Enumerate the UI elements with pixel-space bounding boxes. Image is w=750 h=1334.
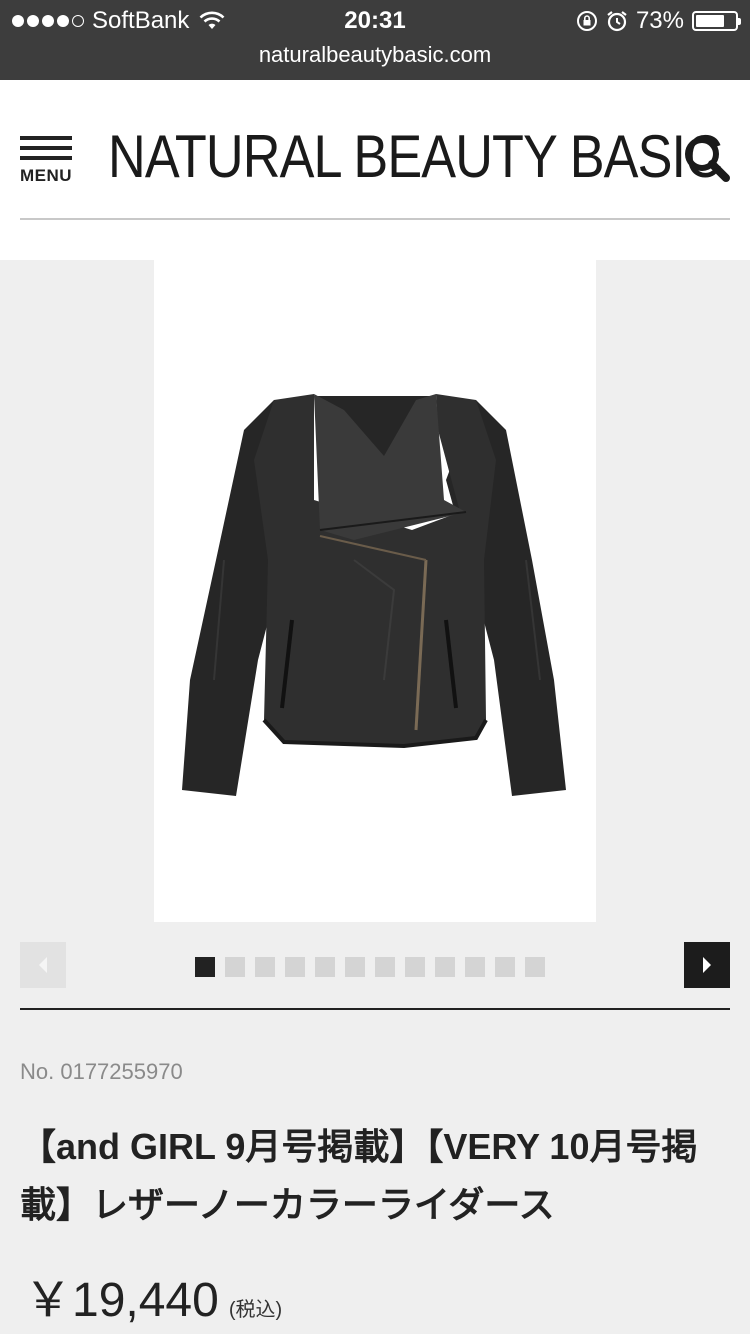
gallery-page-dot[interactable]: [465, 957, 485, 977]
gallery-page-dot[interactable]: [405, 957, 425, 977]
product-image[interactable]: [154, 260, 596, 922]
search-icon: [685, 137, 730, 182]
site-header: MENU NATURAL BEAUTY BASIC: [0, 80, 750, 260]
gallery-page-dot[interactable]: [525, 957, 545, 977]
gallery-page-dot[interactable]: [195, 957, 215, 977]
menu-button[interactable]: MENU: [20, 136, 74, 188]
gallery-page-dot[interactable]: [345, 957, 365, 977]
jacket-illustration: [182, 394, 566, 796]
gallery-page-dot[interactable]: [315, 957, 335, 977]
gallery-pager: [195, 957, 545, 977]
battery-icon: [692, 11, 741, 31]
gallery-divider: [20, 1008, 730, 1010]
price-row: ￥19,440 (税込): [24, 1260, 282, 1330]
hamburger-menu-icon: [20, 136, 74, 160]
chevron-left-icon: [39, 957, 47, 973]
gallery-page-dot[interactable]: [435, 957, 455, 977]
tax-note: (税込): [228, 1299, 283, 1321]
status-bar-right: 73%: [576, 6, 741, 36]
header-divider: [20, 218, 730, 220]
rotation-lock-icon: [576, 11, 597, 31]
gallery-prev-button[interactable]: [20, 942, 66, 988]
product-title: 【and GIRL 9月号掲載】【VERY 10月号掲載】レザーノーカラーライダ…: [20, 1126, 698, 1225]
gallery-page-dot[interactable]: [375, 957, 395, 977]
product-number: No. 0177255970: [20, 1059, 183, 1084]
status-bar: SoftBank 20:31 73% naturalbeautybasic.co…: [0, 0, 750, 80]
gallery-page-dot[interactable]: [285, 957, 305, 977]
battery-percent: 73%: [635, 7, 684, 34]
gallery-next-button[interactable]: [684, 942, 730, 988]
battery-level: [696, 15, 724, 27]
gallery-page-dot[interactable]: [255, 957, 275, 977]
product-gallery: [0, 260, 750, 1010]
product-price: ￥19,440: [24, 1274, 219, 1327]
gallery-page-dot[interactable]: [495, 957, 515, 977]
brand-logo[interactable]: NATURAL BEAUTY BASIC: [108, 122, 723, 192]
menu-label: MENU: [20, 166, 73, 185]
url-bar[interactable]: naturalbeautybasic.com: [0, 40, 750, 70]
gallery-page-dot[interactable]: [225, 957, 245, 977]
chevron-right-icon: [703, 957, 711, 973]
alarm-icon: [607, 11, 627, 32]
search-button[interactable]: [682, 134, 732, 184]
